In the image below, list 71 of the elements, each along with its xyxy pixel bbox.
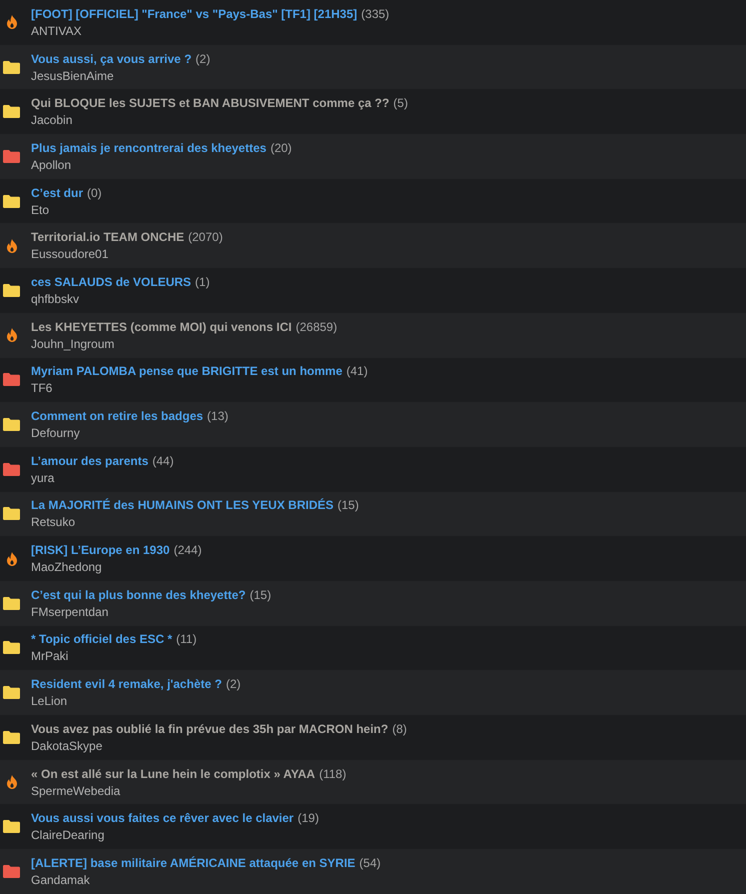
topic-row[interactable]: Comment on retire les badges (13) Defourny — [0, 402, 746, 447]
reply-count: (44) — [152, 454, 174, 468]
topic-title-link[interactable]: Territorial.io TEAM ONCHE — [31, 230, 184, 244]
topic-title-link[interactable]: Resident evil 4 remake, j'achète ? — [31, 677, 222, 692]
author-name: TF6 — [31, 381, 54, 396]
author-name: Apollon — [31, 158, 72, 172]
author-name: ANTIVAX — [31, 24, 82, 38]
topic-title-link[interactable]: Myriam PALOMBA pense que BRIGITTE est un homme — [31, 364, 342, 378]
author-name: MrPaki — [31, 649, 70, 664]
topic-title-link[interactable]: [ALERTE] base militaire AMÉRICAINE attaquée en SYRIE — [31, 856, 356, 870]
reply-count: (26859) — [296, 320, 338, 334]
reply-count: (1) — [195, 274, 210, 289]
topic-title-link[interactable]: Vous aussi vous faites ce rêver avec le clavier — [31, 811, 294, 826]
reply-count: (19) — [298, 811, 319, 826]
topic-title-link[interactable]: La MAJORITÉ des HUMAINS ONT LES YEUX BRIDÉS — [31, 498, 334, 512]
reply-count: (54) — [359, 856, 381, 870]
reply-count: (0) — [87, 186, 102, 200]
reply-count: (244) — [174, 543, 202, 558]
author-name: yura — [31, 470, 56, 485]
author-name: SpermeWebedia — [31, 784, 122, 798]
author-name: MaoZhedong — [31, 560, 103, 574]
topic-title-link[interactable]: Plus jamais je rencontrerai des kheyettes — [31, 140, 266, 155]
author-name: Defourny — [31, 426, 81, 440]
reply-count: (20) — [270, 140, 292, 155]
topic-title-link[interactable]: C’est dur — [31, 186, 84, 200]
reply-count: (118) — [319, 766, 346, 781]
author-name: DakotaSkype — [31, 738, 104, 753]
author-name: ClaireDearing — [31, 828, 106, 842]
author-name: Gandamak — [31, 872, 91, 887]
author-name: Eto — [31, 202, 50, 217]
author-name: JesusBienAime — [31, 68, 115, 83]
reply-count: (15) — [250, 588, 272, 602]
topic-title-link[interactable]: [RISK] L’Europe en 1930 — [31, 543, 170, 558]
author-name: Retsuko — [31, 515, 76, 530]
topic-row[interactable]: Territorial.io TEAM ONCHE (2070) Eussoudore01 — [0, 223, 746, 268]
reply-count: (335) — [361, 6, 390, 21]
topic-row[interactable]: C’est qui la plus bonne des kheyette? (15) FMserpentdan — [0, 580, 746, 626]
reply-count: (8) — [392, 722, 407, 736]
reply-count: (5) — [393, 96, 408, 110]
author-name: Jouhn_Ingroum — [31, 336, 116, 351]
reply-count: (15) — [338, 498, 359, 512]
reply-count: (41) — [346, 364, 368, 378]
reply-count: (2070) — [188, 230, 223, 244]
topic-title-link[interactable]: [FOOT] [OFFICIEL] "France" vs "Pays-Bas" [TF1] [21H35] — [31, 6, 358, 21]
topic-row[interactable]: Plus jamais je rencontrerai des kheyettes (20) Apollon — [0, 134, 746, 179]
topic-title-link[interactable]: Comment on retire les badges — [31, 409, 204, 424]
topic-title-link[interactable]: * Topic officiel des ESC * — [31, 632, 172, 646]
reply-count: (11) — [176, 632, 197, 646]
topic-row[interactable]: Les KHEYETTES (comme MOI) qui venons ICI (26859) Jouhn_Ingroum — [0, 312, 746, 358]
author-name: FMserpentdan — [31, 604, 110, 619]
topic-title-link[interactable]: Qui BLOQUE les SUJETS et BAN ABUSIVEMENT comme ça ?? — [31, 96, 390, 110]
topic-title-link[interactable]: « On est allé sur la Lune hein le complotix » AYAA — [31, 766, 316, 781]
topic-row[interactable]: * Topic officiel des ESC * (11) MrPaki — [0, 626, 746, 670]
topic-row[interactable]: [ALERTE] base militaire AMÉRICAINE attaquée en SYRIE (54) Gandamak — [0, 849, 746, 894]
reply-count: (2) — [226, 677, 241, 692]
topic-row[interactable]: La MAJORITÉ des HUMAINS ONT LES YEUX BRIDÉS (15) Retsuko — [0, 492, 746, 536]
author-name: Eussoudore01 — [31, 247, 110, 262]
topic-row[interactable]: Vous aussi, ça vous arrive ? (2) JesusBienAime — [0, 44, 746, 90]
author-name: qhfbbskv — [31, 292, 80, 306]
reply-count: (2) — [196, 52, 210, 66]
reply-count: (13) — [207, 409, 228, 424]
author-name: Jacobin — [31, 113, 74, 128]
topic-title-link[interactable]: Les KHEYETTES (comme MOI) qui venons ICI — [31, 320, 292, 334]
author-name: LeLion — [31, 694, 68, 708]
topic-title-link[interactable]: ces SALAUDS de VOLEURS — [31, 274, 192, 289]
topic-title-link[interactable]: Vous aussi, ça vous arrive ? — [31, 52, 192, 66]
topic-title-link[interactable]: C’est qui la plus bonne des kheyette? — [31, 588, 246, 602]
topic-row[interactable]: « On est allé sur la Lune hein le complotix » AYAA (118) SpermeWebedia — [0, 760, 746, 804]
topic-title-link[interactable]: Vous avez pas oublié la fin prévue des 35h par MACRON hein? — [31, 722, 388, 736]
topic-title-link[interactable]: L’amour des parents — [31, 454, 148, 468]
topic-row[interactable]: Resident evil 4 remake, j'achète ? (2) LeLion — [0, 670, 746, 715]
